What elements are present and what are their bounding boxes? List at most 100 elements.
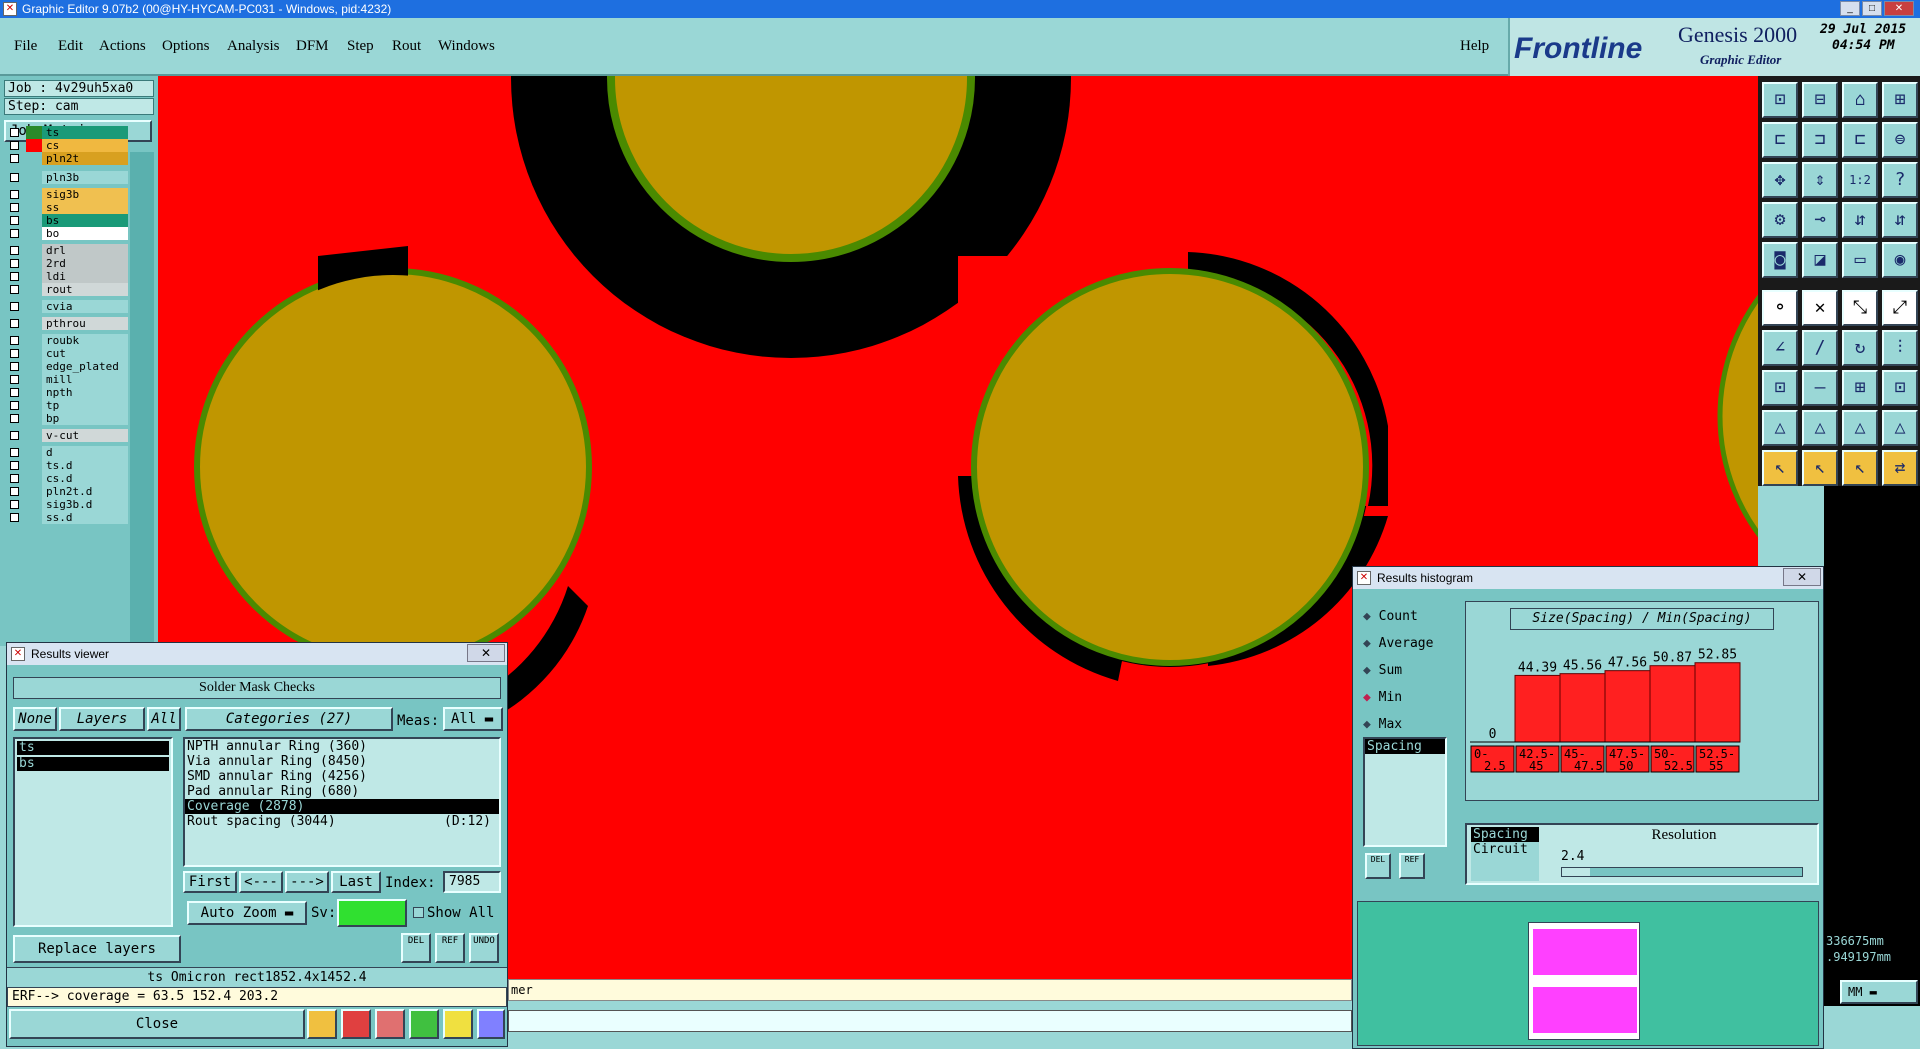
- layer-row-ss.d[interactable]: ss.d: [6, 511, 128, 524]
- tool-button-5-icon[interactable]: ⊏: [1762, 122, 1798, 158]
- menu-analysis[interactable]: Analysis: [227, 38, 280, 55]
- measure-option-sum[interactable]: ◆ Sum: [1363, 663, 1402, 678]
- layer-checkbox[interactable]: [10, 500, 19, 509]
- results-viewer-close-icon[interactable]: ✕: [467, 644, 505, 662]
- tool-button-10-icon[interactable]: ⇕: [1802, 162, 1838, 198]
- tool-button-37-icon[interactable]: ↖: [1762, 450, 1798, 486]
- menu-dfm[interactable]: DFM: [296, 38, 329, 55]
- layer-checkbox[interactable]: [10, 388, 19, 397]
- tool-button-23-icon[interactable]: ⤡: [1842, 290, 1878, 326]
- tool-button-15-icon[interactable]: ⇵: [1842, 202, 1878, 238]
- tool-button-18-icon[interactable]: ◪: [1802, 242, 1838, 278]
- layer-checkbox[interactable]: [10, 401, 19, 410]
- hist-ref-button[interactable]: REF: [1399, 853, 1425, 879]
- tool-button-14-icon[interactable]: ⊸: [1802, 202, 1838, 238]
- tool-button-2-icon[interactable]: ⊟: [1802, 82, 1838, 118]
- measure-list-item[interactable]: Spacing: [1365, 739, 1445, 754]
- measure-list[interactable]: Spacing: [1363, 737, 1447, 847]
- layer-checkbox[interactable]: [10, 246, 19, 255]
- layer-checkbox[interactable]: [10, 349, 19, 358]
- category-item[interactable]: NPTH annular Ring (360): [185, 739, 499, 754]
- menu-step[interactable]: Step: [347, 38, 374, 55]
- del-button[interactable]: DEL: [401, 933, 431, 963]
- unit-select[interactable]: MM ▬: [1840, 980, 1918, 1004]
- replace-layers-button[interactable]: Replace layers: [13, 935, 181, 963]
- type-list-item[interactable]: Circuit: [1471, 842, 1539, 857]
- layer-checkbox[interactable]: [10, 229, 19, 238]
- layer-row-rout[interactable]: rout: [6, 283, 128, 296]
- prev-button[interactable]: <---: [239, 871, 283, 893]
- layer-checkbox[interactable]: [10, 216, 19, 225]
- tool-button-36-icon[interactable]: △: [1882, 410, 1918, 446]
- tool-button-19-icon[interactable]: ▭: [1842, 242, 1878, 278]
- category-item[interactable]: Pad annular Ring (680): [185, 784, 499, 799]
- layer-row-npth[interactable]: npth: [6, 386, 128, 399]
- layer-checkbox[interactable]: [10, 285, 19, 294]
- layer-row-sig3b.d[interactable]: sig3b.d: [6, 498, 128, 511]
- layer-checkbox[interactable]: [10, 173, 19, 182]
- category-list[interactable]: NPTH annular Ring (360) Via annular Ring …: [183, 737, 501, 867]
- tool-button-7-icon[interactable]: ⊏: [1842, 122, 1878, 158]
- tool-button-11-icon[interactable]: 1:2: [1842, 162, 1878, 198]
- measure-option-max[interactable]: ◆ Max: [1363, 717, 1402, 732]
- tool-button-26-icon[interactable]: /: [1802, 330, 1838, 366]
- layer-scrollbar[interactable]: [130, 152, 154, 646]
- tool-button-12-icon[interactable]: ?: [1882, 162, 1918, 198]
- undo-button[interactable]: UNDO: [469, 933, 499, 963]
- all-button[interactable]: All: [147, 707, 181, 731]
- layer-checkbox[interactable]: [10, 154, 19, 163]
- meas-select[interactable]: All ▬: [443, 707, 503, 731]
- menu-file[interactable]: File: [14, 38, 37, 55]
- menu-edit[interactable]: Edit: [58, 38, 83, 55]
- layer-row-pln3b[interactable]: pln3b: [6, 171, 128, 184]
- layer-row-v-cut[interactable]: v-cut: [6, 429, 128, 442]
- tool-button-8-icon[interactable]: ⊜: [1882, 122, 1918, 158]
- resolution-slider-thumb[interactable]: [1562, 868, 1590, 876]
- tool-button-13-icon[interactable]: ⚙: [1762, 202, 1798, 238]
- show-all-checkbox[interactable]: [413, 907, 424, 918]
- tool-button-28-icon[interactable]: ⫶: [1882, 330, 1918, 366]
- layer-checkbox[interactable]: [10, 513, 19, 522]
- tool-icon-2[interactable]: [341, 1009, 371, 1039]
- layer-row-ts[interactable]: ts: [6, 126, 128, 139]
- histogram-close-icon[interactable]: ✕: [1783, 568, 1821, 586]
- histogram-bar[interactable]: [1694, 662, 1741, 743]
- menu-help[interactable]: Help: [1460, 38, 1489, 55]
- tool-button-34-icon[interactable]: △: [1802, 410, 1838, 446]
- tool-button-16-icon[interactable]: ⇵: [1882, 202, 1918, 238]
- layers-button[interactable]: Layers: [59, 707, 145, 731]
- measure-option-min[interactable]: ◆ Min: [1363, 690, 1402, 705]
- layer-checkbox[interactable]: [10, 448, 19, 457]
- close-button[interactable]: Close: [9, 1009, 305, 1039]
- tool-button-29-icon[interactable]: ⊡: [1762, 370, 1798, 406]
- layer-checkbox[interactable]: [10, 487, 19, 496]
- tool-button-31-icon[interactable]: ⊞: [1842, 370, 1878, 406]
- category-item[interactable]: Coverage (2878): [185, 799, 499, 814]
- measure-option-average[interactable]: ◆ Average: [1363, 636, 1433, 651]
- histogram-bar[interactable]: [1649, 665, 1696, 743]
- next-button[interactable]: --->: [285, 871, 329, 893]
- layer-row-mill[interactable]: mill: [6, 373, 128, 386]
- layer-checkbox[interactable]: [10, 431, 19, 440]
- tool-button-39-icon[interactable]: ↖: [1842, 450, 1878, 486]
- category-item[interactable]: Via annular Ring (8450): [185, 754, 499, 769]
- histogram-bar[interactable]: [1559, 673, 1606, 743]
- tool-button-17-icon[interactable]: ◙: [1762, 242, 1798, 278]
- tool-button-20-icon[interactable]: ◉: [1882, 242, 1918, 278]
- tool-button-25-icon[interactable]: ∠: [1762, 330, 1798, 366]
- layer-row-tp[interactable]: tp: [6, 399, 128, 412]
- hist-del-button[interactable]: DEL: [1365, 853, 1391, 879]
- result-layer-item[interactable]: bs: [17, 757, 169, 771]
- tool-button-40-icon[interactable]: ⇄: [1882, 450, 1918, 486]
- menu-rout[interactable]: Rout: [392, 38, 421, 55]
- layer-checkbox[interactable]: [10, 141, 19, 150]
- maximize-button[interactable]: □: [1862, 1, 1882, 16]
- layer-checkbox[interactable]: [10, 362, 19, 371]
- layer-row-pthrou[interactable]: pthrou: [6, 317, 128, 330]
- ref-button[interactable]: REF: [435, 933, 465, 963]
- tool-button-27-icon[interactable]: ↻: [1842, 330, 1878, 366]
- tool-button-21-icon[interactable]: ⚬: [1762, 290, 1798, 326]
- layer-row-bs[interactable]: bs: [6, 214, 128, 227]
- tool-button-33-icon[interactable]: △: [1762, 410, 1798, 446]
- menu-actions[interactable]: Actions: [99, 38, 146, 55]
